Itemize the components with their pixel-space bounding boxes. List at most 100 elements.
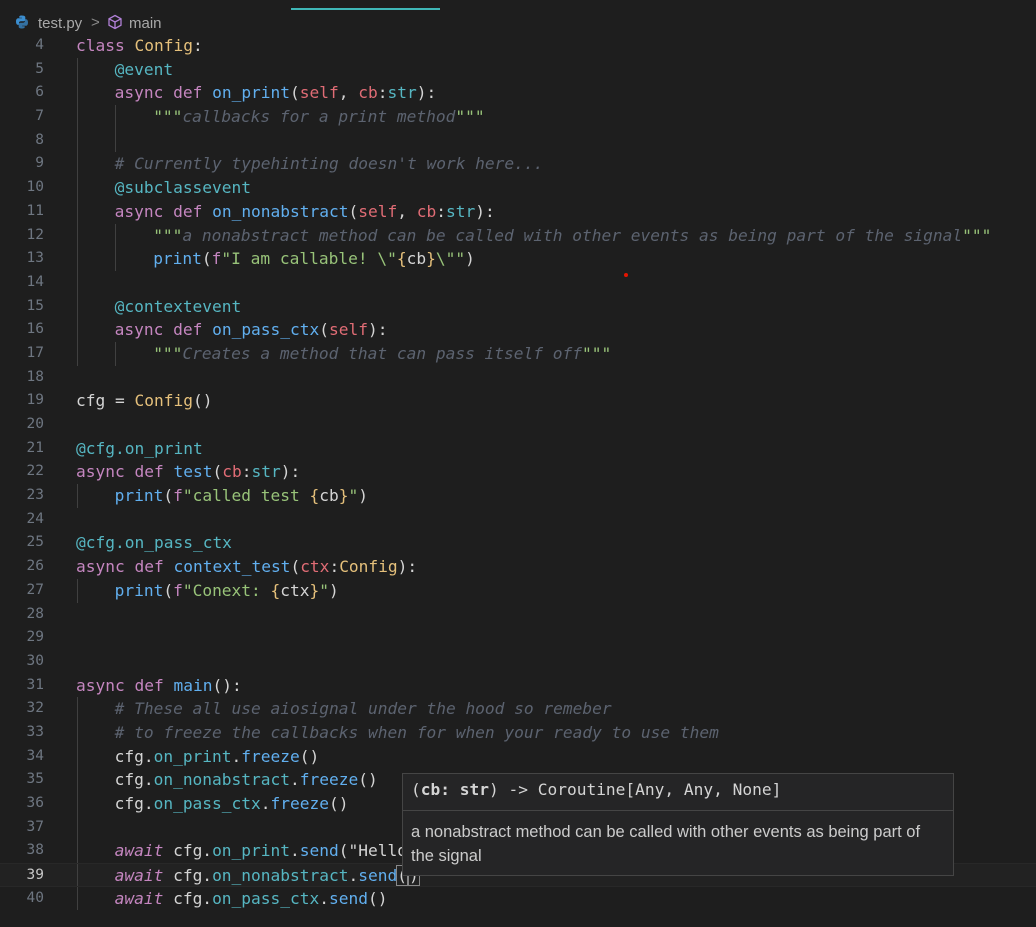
- line-number[interactable]: 30: [0, 650, 44, 674]
- line-number[interactable]: 15: [0, 295, 44, 319]
- code-line[interactable]: 28: [0, 603, 1036, 627]
- code-line[interactable]: 21 @cfg.on_print: [0, 437, 1036, 461]
- line-number[interactable]: 18: [0, 366, 44, 390]
- code-text[interactable]: @contextevent: [115, 295, 242, 319]
- line-number[interactable]: 32: [0, 697, 44, 721]
- code-text[interactable]: print(f"I am callable! \"{cb}\""): [153, 247, 475, 271]
- line-number[interactable]: 35: [0, 768, 44, 792]
- code-line[interactable]: 27 print(f"Conext: {ctx}"): [0, 578, 1036, 603]
- line-number[interactable]: 13: [0, 247, 44, 271]
- code-text[interactable]: print(f"Conext: {ctx}"): [115, 579, 339, 603]
- code-line[interactable]: 30: [0, 650, 1036, 674]
- code-line[interactable]: 15 @contextevent: [0, 294, 1036, 319]
- breadcrumb-separator: >: [91, 14, 100, 31]
- code-line[interactable]: 10 @subclassevent: [0, 176, 1036, 200]
- code-text[interactable]: await cfg.on_print.send("Hello: [115, 839, 407, 863]
- line-number[interactable]: 40: [0, 887, 44, 911]
- line-number[interactable]: 17: [0, 342, 44, 366]
- code-line[interactable]: 17 """Creates a method that can pass itse…: [0, 341, 1036, 366]
- code-line[interactable]: 9 # Currently typehinting doesn't work he…: [0, 152, 1036, 177]
- code-text[interactable]: cfg = Config(): [76, 389, 212, 413]
- code-line[interactable]: 25 @cfg.on_pass_ctx: [0, 531, 1036, 555]
- code-text[interactable]: print(f"called test {cb}"): [115, 484, 368, 508]
- code-line[interactable]: 6 async def on_print(self, cb:str):: [0, 81, 1036, 106]
- code-text[interactable]: await cfg.on_nonabstract.send(): [115, 864, 420, 888]
- code-line[interactable]: 12 """a nonabstract method can be called …: [0, 223, 1036, 248]
- code-line[interactable]: 26 async def context_test(ctx:Config):: [0, 555, 1036, 579]
- code-line[interactable]: 34 cfg.on_print.freeze(): [0, 744, 1036, 769]
- line-number[interactable]: 21: [0, 437, 44, 461]
- code-line[interactable]: 8: [0, 128, 1036, 153]
- line-number[interactable]: 11: [0, 200, 44, 224]
- line-number[interactable]: 14: [0, 271, 44, 295]
- code-line[interactable]: 13 print(f"I am callable! \"{cb}\""): [0, 247, 1036, 271]
- line-number[interactable]: 27: [0, 579, 44, 603]
- code-text[interactable]: await cfg.on_pass_ctx.send(): [115, 887, 388, 911]
- code-text[interactable]: @event: [115, 58, 173, 82]
- line-number[interactable]: 20: [0, 413, 44, 437]
- code-text[interactable]: # These all use aiosignal under the hood…: [115, 697, 612, 721]
- line-number[interactable]: 29: [0, 626, 44, 650]
- line-number[interactable]: 23: [0, 484, 44, 508]
- code-text[interactable]: """Creates a method that can pass itself…: [153, 342, 611, 366]
- code-text[interactable]: @cfg.on_print: [76, 437, 203, 461]
- line-number[interactable]: 33: [0, 721, 44, 745]
- code-line[interactable]: 7 """callbacks for a print method""": [0, 105, 1036, 129]
- line-number[interactable]: 5: [0, 58, 44, 82]
- line-number[interactable]: 19: [0, 389, 44, 413]
- code-text[interactable]: cfg.on_print.freeze(): [115, 745, 320, 769]
- code-text[interactable]: """callbacks for a print method""": [153, 105, 484, 129]
- code-line[interactable]: 16 async def on_pass_ctx(self):: [0, 318, 1036, 342]
- line-number[interactable]: 12: [0, 224, 44, 248]
- code-text[interactable]: async def test(cb:str):: [76, 460, 300, 484]
- code-text[interactable]: async def context_test(ctx:Config):: [76, 555, 417, 579]
- line-number[interactable]: 16: [0, 318, 44, 342]
- line-number[interactable]: 36: [0, 792, 44, 816]
- code-line[interactable]: 31 async def main():: [0, 674, 1036, 698]
- line-number[interactable]: 26: [0, 555, 44, 579]
- line-number[interactable]: 38: [0, 839, 44, 863]
- line-number[interactable]: 37: [0, 816, 44, 840]
- line-number[interactable]: 28: [0, 603, 44, 627]
- code-text[interactable]: cfg.on_nonabstract.freeze(): [115, 768, 378, 792]
- line-number[interactable]: 9: [0, 152, 44, 176]
- line-number[interactable]: 10: [0, 176, 44, 200]
- code-line[interactable]: 33 # to freeze the callbacks when for whe…: [0, 720, 1036, 745]
- line-number[interactable]: 31: [0, 674, 44, 698]
- code-text[interactable]: async def on_nonabstract(self, cb:str):: [115, 200, 495, 224]
- code-line[interactable]: 18: [0, 366, 1036, 390]
- code-line[interactable]: 5 @event: [0, 57, 1036, 82]
- code-text[interactable]: async def main():: [76, 674, 242, 698]
- line-number[interactable]: 34: [0, 745, 44, 769]
- code-text[interactable]: async def on_print(self, cb:str):: [115, 81, 437, 105]
- line-number[interactable]: 7: [0, 105, 44, 129]
- code-text[interactable]: # to freeze the callbacks when for when …: [115, 721, 719, 745]
- code-text[interactable]: async def on_pass_ctx(self):: [115, 318, 388, 342]
- code-text[interactable]: # Currently typehinting doesn't work her…: [115, 152, 544, 176]
- line-number[interactable]: 4: [0, 34, 44, 58]
- code-line[interactable]: 29: [0, 626, 1036, 650]
- code-line[interactable]: 32 # These all use aiosignal under the ho…: [0, 697, 1036, 721]
- code-line[interactable]: 40 await cfg.on_pass_ctx.send(): [0, 886, 1036, 911]
- code-line[interactable]: 22 async def test(cb:str):: [0, 460, 1036, 484]
- code-text[interactable]: @cfg.on_pass_ctx: [76, 531, 232, 555]
- code-text[interactable]: class Config:: [76, 34, 203, 58]
- line-number[interactable]: 22: [0, 460, 44, 484]
- code-text[interactable]: """a nonabstract method can be called wi…: [153, 224, 991, 248]
- breadcrumb-symbol[interactable]: main: [129, 15, 162, 32]
- line-number[interactable]: 25: [0, 531, 44, 555]
- code-line[interactable]: 24: [0, 508, 1036, 532]
- code-line[interactable]: 4 class Config:: [0, 34, 1036, 58]
- code-line[interactable]: 23 print(f"called test {cb}"): [0, 484, 1036, 508]
- line-number[interactable]: 6: [0, 81, 44, 105]
- code-line[interactable]: 11 async def on_nonabstract(self, cb:str)…: [0, 199, 1036, 224]
- code-line[interactable]: 14: [0, 270, 1036, 295]
- code-line[interactable]: 20: [0, 413, 1036, 437]
- line-number[interactable]: 8: [0, 129, 44, 153]
- breadcrumb-file[interactable]: test.py: [38, 15, 82, 32]
- code-line[interactable]: 19 cfg = Config(): [0, 389, 1036, 413]
- line-number[interactable]: 39: [0, 864, 44, 888]
- code-text[interactable]: cfg.on_pass_ctx.freeze(): [115, 792, 349, 816]
- code-text[interactable]: @subclassevent: [115, 176, 251, 200]
- line-number[interactable]: 24: [0, 508, 44, 532]
